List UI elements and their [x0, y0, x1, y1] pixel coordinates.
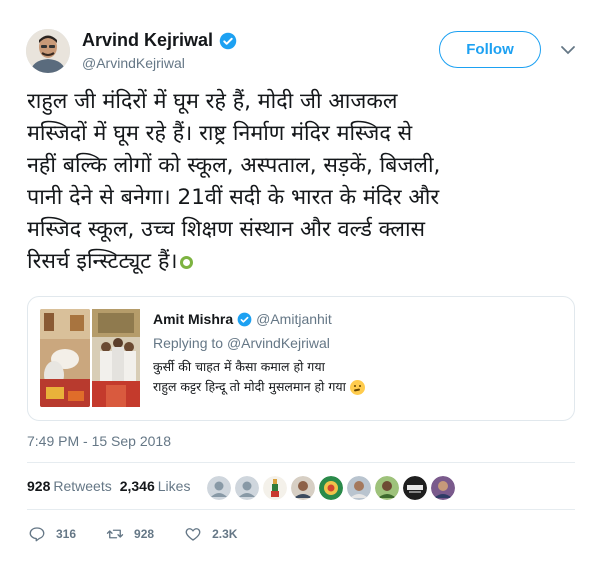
liker-avatar[interactable] — [291, 476, 315, 500]
author-name[interactable]: Arvind Kejriwal — [82, 30, 237, 51]
heart-icon — [185, 528, 201, 541]
replying-to-prefix: Replying to — [153, 335, 224, 351]
replying-to-handle[interactable]: @ArvindKejriwal — [227, 335, 330, 351]
follow-button[interactable]: Follow — [439, 31, 541, 68]
retweets-stat[interactable]: 928 Retweets — [27, 478, 112, 494]
quoted-text-last-line: राहुल कट्टर हिन्दू तो मोदी मुसलमान हो गय… — [153, 377, 365, 397]
retweets-count[interactable]: 928 — [27, 478, 50, 494]
author-avatar[interactable] — [26, 29, 70, 73]
tweet-timestamp[interactable]: 7:49 PM - 15 Sep 2018 — [27, 433, 171, 449]
author-handle[interactable]: @ArvindKejriwal — [82, 55, 185, 71]
divider — [27, 462, 575, 463]
tweet-actions: 316 928 2.3K — [28, 525, 267, 543]
retweet-icon — [106, 529, 124, 539]
thinking-face-emoji-icon — [349, 380, 365, 395]
reply-button[interactable]: 316 — [28, 525, 76, 543]
likes-label[interactable]: Likes — [158, 478, 191, 494]
verified-badge-icon — [219, 32, 237, 50]
liker-avatar[interactable] — [431, 476, 455, 500]
quoted-tweet-text: कुर्सी की चाहत में कैसा कमाल हो गया राहु… — [153, 357, 365, 397]
quoted-author[interactable]: Amit Mishra @Amitjanhit — [153, 311, 332, 327]
chevron-down-icon[interactable] — [559, 42, 577, 56]
replying-to: Replying to @ArvindKejriwal — [153, 335, 330, 351]
quoted-text-line: राहुल कट्टर हिन्दू तो मोदी मुसलमान हो गय… — [153, 379, 346, 394]
tweet-text-line: मस्जिदों में घूम रहे हैं। राष्ट्र निर्मा… — [27, 121, 413, 146]
reply-icon — [29, 527, 45, 542]
like-button[interactable]: 2.3K — [184, 525, 237, 543]
liker-avatar[interactable] — [263, 476, 287, 500]
liker-avatar[interactable] — [403, 476, 427, 500]
retweet-button[interactable]: 928 — [106, 525, 154, 543]
tweet-card: Arvind Kejriwal @ArvindKejriwal Follow र… — [0, 0, 600, 570]
quoted-tweet-card[interactable]: Amit Mishra @Amitjanhit Replying to @Arv… — [27, 296, 575, 421]
retweet-count: 928 — [134, 527, 155, 541]
liker-avatar[interactable] — [375, 476, 399, 500]
liker-avatar[interactable] — [319, 476, 343, 500]
quoted-text-line: कुर्सी की चाहत में कैसा कमाल हो गया — [153, 359, 325, 374]
quoted-tweet-image-2[interactable] — [92, 309, 140, 407]
quoted-tweet-image-1[interactable] — [40, 309, 90, 407]
quoted-author-name[interactable]: Amit Mishra — [153, 311, 233, 327]
circle-emoji-icon — [179, 255, 193, 269]
author-name-text[interactable]: Arvind Kejriwal — [82, 30, 213, 51]
likes-stat[interactable]: 2,346 Likes — [120, 478, 191, 494]
reply-count: 316 — [56, 527, 77, 541]
tweet-text: राहुल जी मंदिरों में घूम रहे हैं, मोदी ज… — [27, 86, 587, 278]
tweet-text-last-line: रिसर्च इन्स्टिट्यूट हैं। — [27, 246, 587, 278]
tweet-text-line: मस्जिद स्कूल, उच्च शिक्षण संस्थान और वर्… — [27, 217, 426, 242]
tweet-text-line: राहुल जी मंदिरों में घूम रहे हैं, मोदी ज… — [27, 89, 398, 114]
verified-badge-icon — [237, 312, 252, 327]
quoted-author-handle[interactable]: @Amitjanhit — [256, 311, 332, 327]
tweet-text-line: पानी देने से बनेगा। 21वीं सदी के भारत के… — [27, 185, 440, 210]
liker-avatars — [207, 476, 455, 500]
retweets-label[interactable]: Retweets — [53, 478, 111, 494]
divider — [27, 509, 575, 510]
liker-avatar[interactable] — [235, 476, 259, 500]
tweet-stats: 928 Retweets 2,346 Likes — [27, 478, 190, 494]
like-count: 2.3K — [212, 527, 238, 541]
tweet-text-line: रिसर्च इन्स्टिट्यूट हैं। — [27, 249, 178, 274]
tweet-text-line: नहीं बल्कि लोगों को स्कूल, अस्पताल, सड़क… — [27, 153, 441, 178]
liker-avatar[interactable] — [347, 476, 371, 500]
liker-avatar[interactable] — [207, 476, 231, 500]
likes-count[interactable]: 2,346 — [120, 478, 155, 494]
